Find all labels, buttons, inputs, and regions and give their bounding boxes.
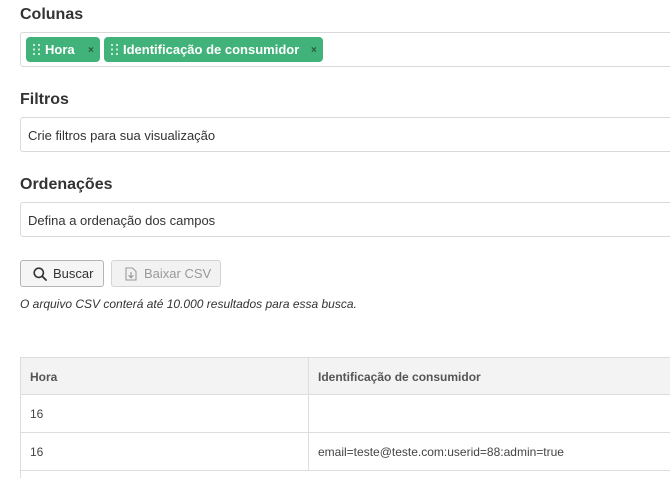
sort-section-title: Ordenações (20, 176, 113, 193)
column-tag-hora[interactable]: Hora × (26, 37, 100, 62)
sort-placeholder: Defina a ordenação dos campos (28, 213, 216, 228)
column-header-identificacao[interactable]: Identificação de consumidor (309, 358, 670, 394)
column-tag-label: Hora (45, 42, 75, 57)
sort-input[interactable]: Defina a ordenação dos campos (20, 202, 670, 237)
csv-limit-note: O arquivo CSV conterá até 10.000 resulta… (20, 297, 357, 311)
cell-value: 16 (30, 445, 44, 459)
table-row: 16 (21, 395, 670, 433)
download-file-icon (125, 267, 137, 281)
column-header-label: Identificação de consumidor (318, 370, 481, 384)
drag-handle-icon[interactable] (33, 44, 41, 55)
table-cell (309, 395, 670, 432)
filters-placeholder: Crie filtros para sua visualização (28, 128, 216, 143)
column-header-hora[interactable]: Hora (21, 358, 309, 394)
drag-handle-icon[interactable] (111, 44, 119, 55)
filters-input[interactable]: Crie filtros para sua visualização (20, 117, 670, 152)
column-header-label: Hora (30, 370, 58, 384)
table-row: 16 email=teste@teste.com:userid=88:admin… (21, 433, 670, 471)
cell-value: email=teste@teste.com:userid=88:admin=tr… (318, 445, 564, 459)
search-button-label: Buscar (53, 266, 94, 281)
table-cell: 16 (21, 433, 309, 470)
remove-tag-icon[interactable]: × (311, 46, 317, 56)
search-icon (33, 267, 47, 281)
filters-section-title: Filtros (20, 91, 69, 108)
column-tag-label: Identificação de consumidor (123, 42, 300, 57)
table-cell: 16 (21, 395, 309, 432)
table-cell: email=teste@teste.com:userid=88:admin=tr… (309, 433, 670, 470)
cell-value: 16 (30, 407, 44, 421)
search-button[interactable]: Buscar (20, 260, 104, 287)
remove-tag-icon[interactable]: × (88, 46, 94, 56)
results-table: Hora Identificação de consumidor 16 16 e… (20, 357, 670, 478)
column-tag-identificacao[interactable]: Identificação de consumidor × (104, 37, 323, 62)
download-csv-label: Baixar CSV (144, 266, 212, 281)
table-header-row: Hora Identificação de consumidor (21, 358, 670, 395)
columns-selector[interactable]: Hora × Identificação de consumidor × (20, 32, 670, 67)
download-csv-button[interactable]: Baixar CSV (111, 260, 221, 287)
columns-section-title: Colunas (20, 6, 84, 23)
